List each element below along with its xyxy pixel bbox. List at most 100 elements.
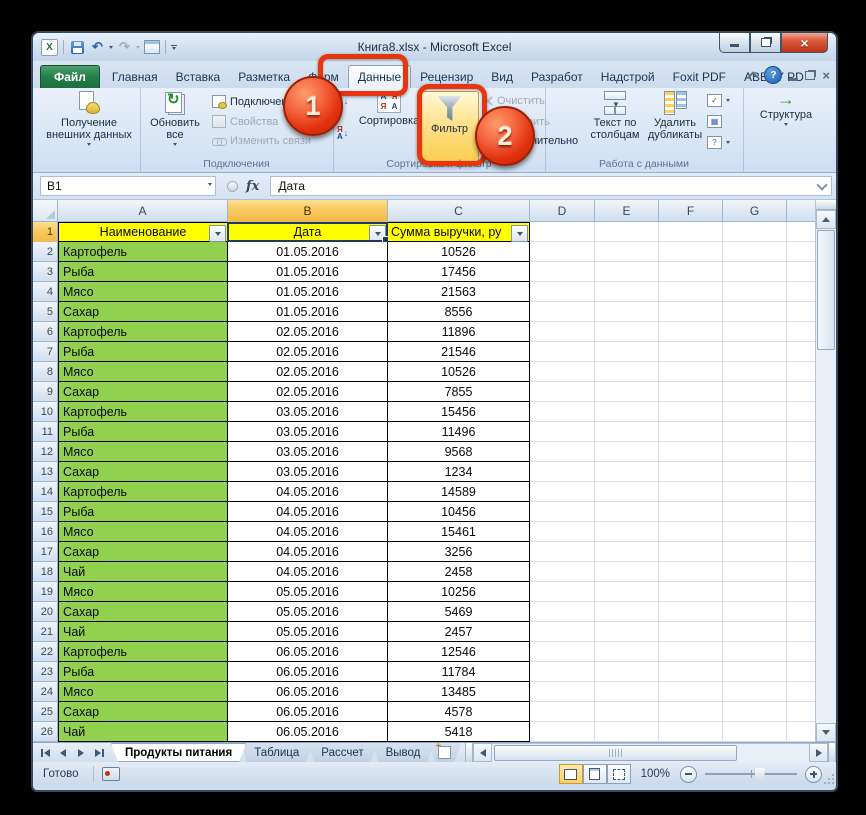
ribbon-tab-вид[interactable]: Вид (482, 66, 522, 88)
page-break-view-button[interactable] (607, 764, 631, 784)
product-cell[interactable]: Картофель (58, 322, 228, 342)
empty-cell[interactable] (787, 282, 816, 302)
ribbon-tab-разметка[interactable]: Разметка (229, 66, 299, 88)
date-cell[interactable]: 04.05.2016 (228, 482, 388, 502)
sum-cell[interactable]: 4578 (388, 702, 530, 722)
prev-sheet-button[interactable] (55, 745, 71, 760)
redo-button[interactable]: ↷ (116, 39, 133, 56)
empty-cell[interactable] (723, 282, 787, 302)
header-cell-date[interactable]: Дата (228, 222, 388, 242)
sum-cell[interactable]: 2458 (388, 562, 530, 582)
sum-cell[interactable]: 12546 (388, 642, 530, 662)
empty-cell[interactable] (595, 382, 659, 402)
product-cell[interactable]: Мясо (58, 282, 228, 302)
date-cell[interactable]: 03.05.2016 (228, 422, 388, 442)
empty-cell[interactable] (659, 622, 723, 642)
horizontal-scrollbar[interactable] (492, 743, 809, 762)
empty-cell[interactable] (595, 242, 659, 262)
empty-cell[interactable] (659, 282, 723, 302)
date-cell[interactable]: 05.05.2016 (228, 582, 388, 602)
sum-cell[interactable]: 10256 (388, 582, 530, 602)
empty-cell[interactable] (595, 282, 659, 302)
empty-cell[interactable] (787, 542, 816, 562)
empty-cell[interactable] (723, 702, 787, 722)
row-header[interactable]: 9 (33, 382, 58, 402)
product-cell[interactable]: Мясо (58, 682, 228, 702)
formula-input[interactable]: Дата (270, 176, 832, 196)
empty-cell[interactable] (723, 582, 787, 602)
sum-cell[interactable]: 8556 (388, 302, 530, 322)
fx-icon[interactable]: fx (246, 179, 259, 194)
date-cell[interactable]: 04.05.2016 (228, 562, 388, 582)
sort-button[interactable]: АЯЯА Сортировка (359, 91, 419, 127)
normal-view-button[interactable] (559, 764, 583, 784)
scroll-down-button[interactable] (816, 723, 836, 742)
date-cell[interactable]: 06.05.2016 (228, 662, 388, 682)
empty-cell[interactable] (659, 482, 723, 502)
empty-cell[interactable] (595, 322, 659, 342)
empty-cell[interactable] (595, 702, 659, 722)
sum-cell[interactable]: 15461 (388, 522, 530, 542)
sum-cell[interactable]: 10526 (388, 362, 530, 382)
product-cell[interactable]: Картофель (58, 482, 228, 502)
column-header-F[interactable]: F (659, 200, 723, 222)
empty-cell[interactable] (723, 662, 787, 682)
empty-cell[interactable] (595, 402, 659, 422)
save-button[interactable] (69, 39, 86, 56)
sum-cell[interactable]: 13485 (388, 682, 530, 702)
empty-cell[interactable] (595, 262, 659, 282)
empty-cell[interactable] (595, 482, 659, 502)
empty-cell[interactable] (659, 422, 723, 442)
empty-cell[interactable] (530, 222, 595, 242)
data-validation-button[interactable]: ✓ (707, 94, 730, 107)
scroll-up-button[interactable] (816, 210, 836, 229)
empty-cell[interactable] (787, 602, 816, 622)
empty-cell[interactable] (659, 542, 723, 562)
empty-cell[interactable] (530, 282, 595, 302)
product-cell[interactable]: Сахар (58, 602, 228, 622)
date-cell[interactable]: 03.05.2016 (228, 462, 388, 482)
empty-cell[interactable] (787, 622, 816, 642)
resize-grip[interactable] (822, 772, 834, 784)
sum-cell[interactable]: 11784 (388, 662, 530, 682)
filter-dropdown-button[interactable] (511, 225, 528, 242)
product-cell[interactable]: Картофель (58, 242, 228, 262)
sum-cell[interactable]: 5469 (388, 602, 530, 622)
product-cell[interactable]: Сахар (58, 702, 228, 722)
empty-cell[interactable] (787, 342, 816, 362)
empty-cell[interactable] (595, 582, 659, 602)
empty-cell[interactable] (659, 342, 723, 362)
empty-cell[interactable] (659, 362, 723, 382)
date-cell[interactable]: 04.05.2016 (228, 542, 388, 562)
sheet-tab-таблица[interactable]: Таблица (240, 743, 313, 762)
empty-cell[interactable] (530, 462, 595, 482)
empty-cell[interactable] (787, 402, 816, 422)
sum-cell[interactable]: 2457 (388, 622, 530, 642)
empty-cell[interactable] (723, 522, 787, 542)
empty-cell[interactable] (723, 222, 787, 242)
empty-cell[interactable] (595, 522, 659, 542)
empty-cell[interactable] (723, 322, 787, 342)
workbook-restore-icon[interactable] (805, 71, 815, 80)
empty-cell[interactable] (659, 382, 723, 402)
right-splitter[interactable] (828, 743, 836, 762)
vertical-scrollbar[interactable] (815, 200, 836, 742)
workbook-close-icon[interactable]: × (822, 69, 830, 82)
empty-cell[interactable] (595, 302, 659, 322)
empty-cell[interactable] (723, 722, 787, 742)
sheet-tab-рассчет[interactable]: Рассчет (307, 743, 377, 762)
product-cell[interactable]: Рыба (58, 502, 228, 522)
workbook-minimize-icon[interactable] (789, 78, 798, 81)
row-header[interactable]: 8 (33, 362, 58, 382)
product-cell[interactable]: Картофель (58, 402, 228, 422)
horizontal-scroll-thumb[interactable] (494, 745, 737, 761)
ribbon-tab-разработ[interactable]: Разработ (522, 66, 592, 88)
zoom-out-button[interactable] (680, 766, 697, 783)
empty-cell[interactable] (787, 582, 816, 602)
empty-cell[interactable] (787, 702, 816, 722)
empty-cell[interactable] (787, 442, 816, 462)
empty-cell[interactable] (530, 702, 595, 722)
product-cell[interactable]: Рыба (58, 262, 228, 282)
sum-cell[interactable]: 15456 (388, 402, 530, 422)
empty-cell[interactable] (530, 502, 595, 522)
